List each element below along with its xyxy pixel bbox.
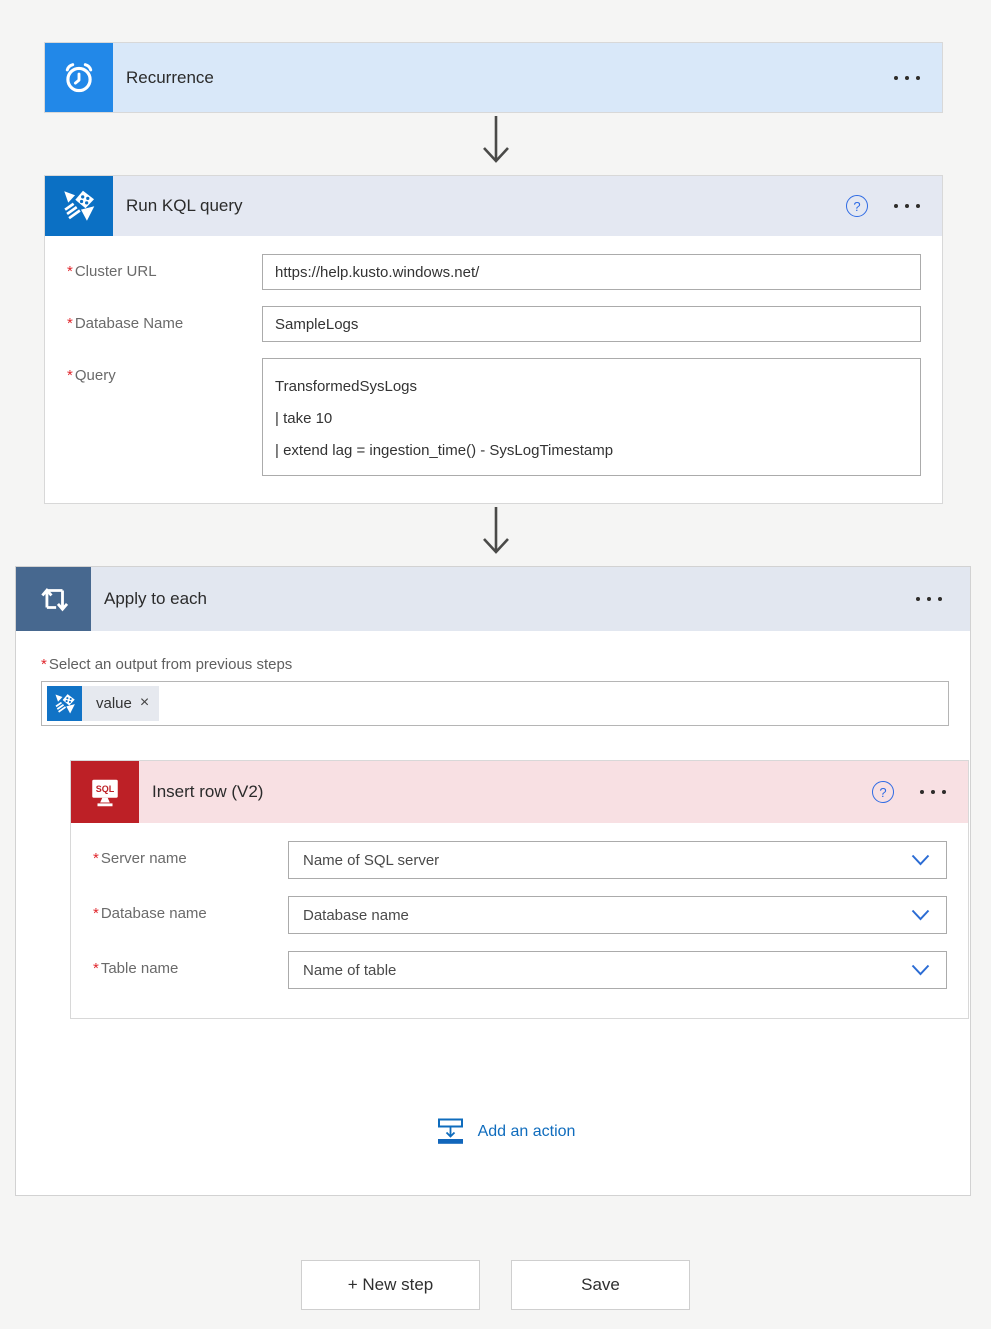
recurrence-alarm-clock-icon	[45, 43, 113, 112]
required-marker: *	[41, 656, 47, 673]
footer: + New step Save	[0, 1260, 991, 1310]
apply-to-each-card: Apply to each *Select an output from pre…	[15, 566, 971, 1196]
chevron-down-icon	[911, 964, 930, 976]
database-name-select[interactable]: Database name	[288, 896, 947, 934]
run-kql-query-card-title: Run KQL query	[113, 196, 846, 216]
insert-row-menu-icon[interactable]	[918, 784, 948, 800]
required-marker: *	[93, 960, 99, 977]
run-kql-query-card: Run KQL query ? *Cluster URL *Database N…	[44, 175, 943, 504]
query-line: TransformedSysLogs	[275, 378, 908, 395]
cluster-url-label: *Cluster URL	[67, 254, 262, 280]
recurrence-menu-icon[interactable]	[892, 70, 922, 86]
required-marker: *	[67, 263, 73, 280]
database-name-label-text: Database name	[101, 905, 207, 922]
sql-server-icon: SQL	[71, 761, 139, 823]
server-name-label-text: Server name	[101, 850, 187, 867]
chevron-down-icon	[911, 909, 930, 921]
database-name-select-value: Database name	[303, 907, 409, 924]
apply-to-each-header[interactable]: Apply to each	[16, 567, 970, 631]
select-output-input[interactable]: value ×	[41, 681, 949, 726]
apply-to-each-menu-icon[interactable]	[914, 591, 944, 607]
azure-data-explorer-icon	[45, 176, 113, 236]
cluster-url-row: *Cluster URL	[67, 254, 921, 290]
query-input[interactable]: TransformedSysLogs | take 10 | extend la…	[262, 358, 921, 476]
database-name-label: *Database name	[93, 896, 288, 922]
insert-row-card: SQL Insert row (V2) ? *Server name	[70, 760, 969, 1019]
table-name-select[interactable]: Name of table	[288, 951, 947, 989]
save-button[interactable]: Save	[511, 1260, 690, 1310]
add-action-icon	[436, 1118, 465, 1145]
database-name-label: *Database Name	[67, 306, 262, 332]
server-name-label: *Server name	[93, 841, 288, 867]
chevron-down-icon	[911, 854, 930, 866]
connector-arrow	[0, 504, 991, 566]
new-step-button[interactable]: + New step	[301, 1260, 480, 1310]
table-name-select-value: Name of table	[303, 962, 396, 979]
run-kql-query-card-header[interactable]: Run KQL query ?	[45, 176, 942, 236]
table-name-label-text: Table name	[101, 960, 179, 977]
connector-arrow	[0, 113, 991, 175]
query-label-text: Query	[75, 367, 116, 384]
select-output-label: *Select an output from previous steps	[41, 656, 970, 673]
recurrence-card: Recurrence	[44, 42, 943, 113]
recurrence-card-title: Recurrence	[113, 68, 892, 88]
database-name-label-text: Database Name	[75, 315, 183, 332]
database-name-row: *Database name Database name	[93, 896, 947, 934]
required-marker: *	[67, 367, 73, 384]
remove-token-icon[interactable]: ×	[138, 694, 159, 714]
azure-data-explorer-icon	[47, 686, 82, 721]
query-row: *Query TransformedSysLogs | take 10 | ex…	[67, 358, 921, 476]
value-token-label: value	[82, 695, 138, 712]
add-action-label: Add an action	[478, 1123, 576, 1141]
cluster-url-input[interactable]	[262, 254, 921, 290]
sql-icon-text: SQL	[96, 784, 115, 794]
database-name-row: *Database Name	[67, 306, 921, 342]
insert-row-card-title: Insert row (V2)	[139, 782, 872, 802]
insert-row-card-header[interactable]: SQL Insert row (V2) ?	[71, 761, 968, 823]
database-name-input[interactable]	[262, 306, 921, 342]
server-name-select[interactable]: Name of SQL server	[288, 841, 947, 879]
server-name-row: *Server name Name of SQL server	[93, 841, 947, 879]
table-name-row: *Table name Name of table	[93, 951, 947, 989]
query-line: | extend lag = ingestion_time() - SysLog…	[275, 442, 908, 459]
help-icon[interactable]: ?	[846, 195, 868, 217]
down-arrow-icon	[478, 506, 514, 564]
select-output-label-text: Select an output from previous steps	[49, 656, 292, 673]
help-icon[interactable]: ?	[872, 781, 894, 803]
cluster-url-label-text: Cluster URL	[75, 263, 157, 280]
recurrence-card-header[interactable]: Recurrence	[45, 43, 942, 112]
down-arrow-icon	[478, 115, 514, 173]
run-kql-query-menu-icon[interactable]	[892, 198, 922, 214]
add-action[interactable]: Add an action	[41, 1118, 970, 1145]
table-name-label: *Table name	[93, 951, 288, 977]
required-marker: *	[93, 850, 99, 867]
server-name-select-value: Name of SQL server	[303, 852, 439, 869]
required-marker: *	[93, 905, 99, 922]
value-token[interactable]: value ×	[47, 686, 159, 721]
required-marker: *	[67, 315, 73, 332]
query-label: *Query	[67, 358, 262, 384]
apply-to-each-title: Apply to each	[91, 589, 914, 609]
query-line: | take 10	[275, 410, 908, 427]
loop-icon	[16, 567, 91, 631]
